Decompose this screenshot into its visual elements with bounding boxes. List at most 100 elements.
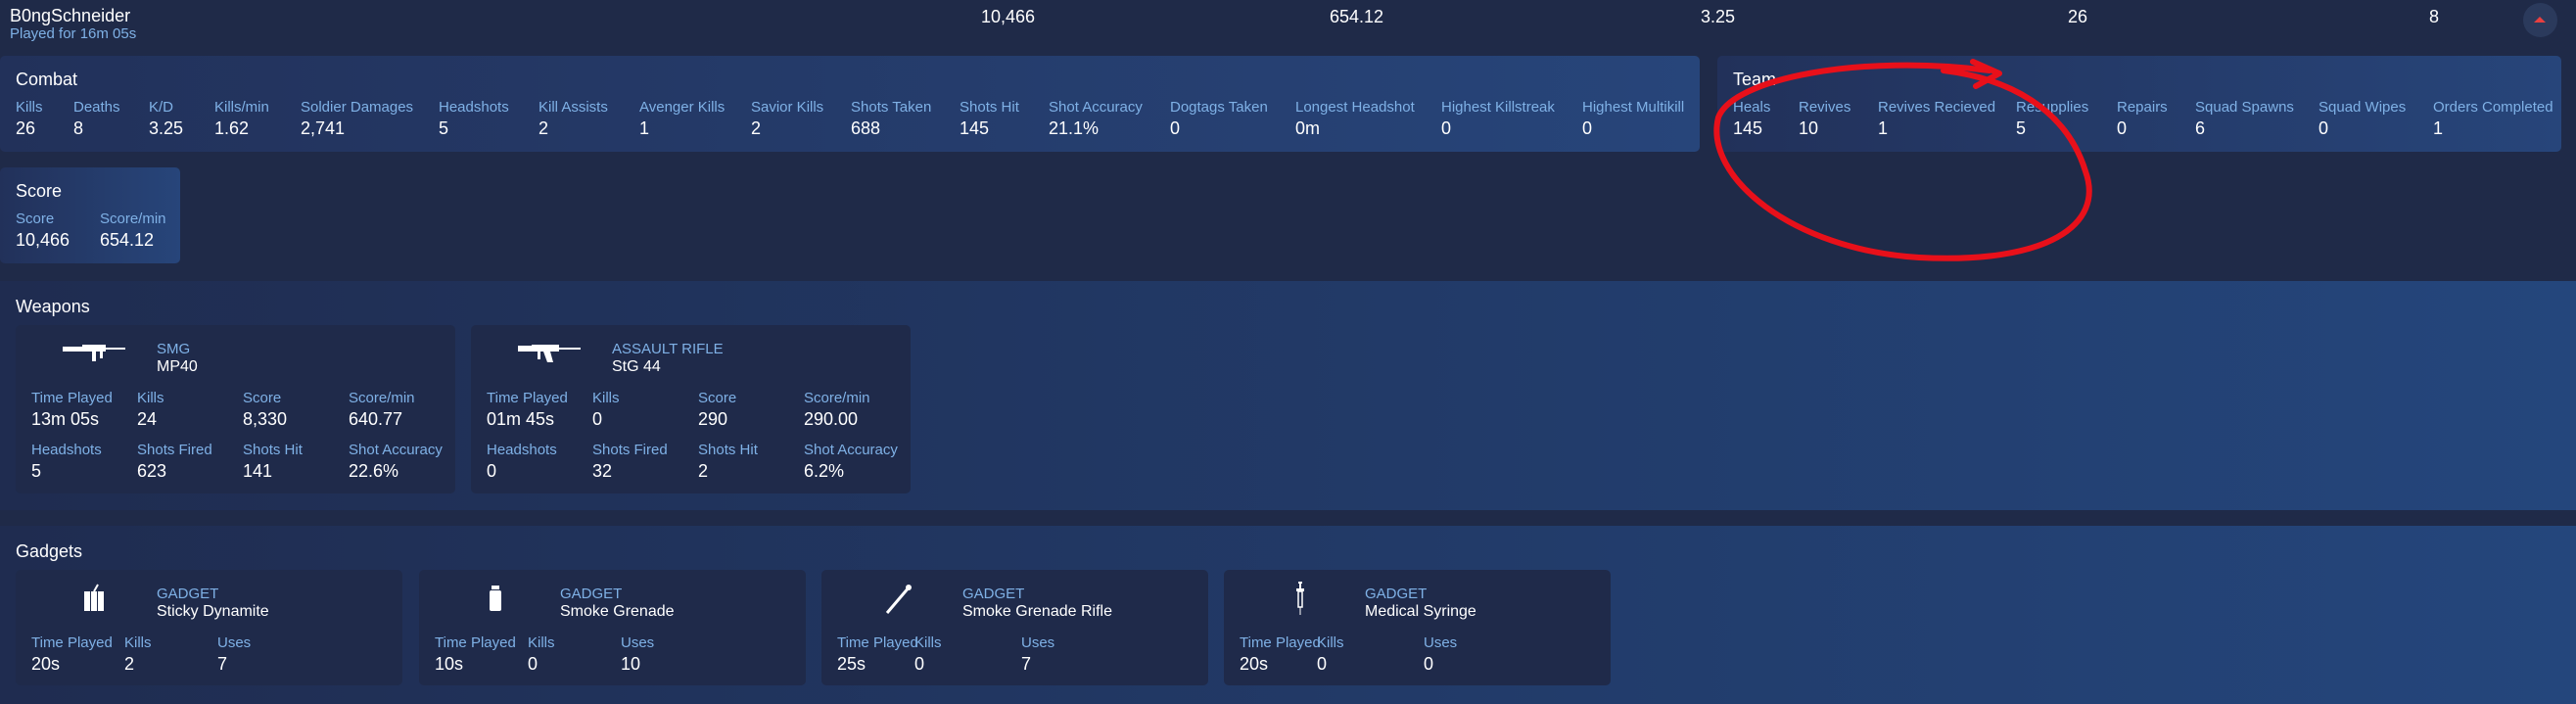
- stat-value: 0: [2117, 118, 2128, 138]
- stat-value: 5: [2016, 118, 2027, 138]
- stat-value: 145: [960, 118, 990, 138]
- stat-value: 13m 05s: [31, 409, 100, 429]
- gadget-name: Medical Syringe: [1365, 603, 1476, 620]
- stat-label: Headshots: [439, 99, 509, 116]
- combat-stat: Kills 26: [16, 99, 43, 139]
- stat-value: 21.1%: [1049, 118, 1100, 138]
- combat-stat: Deaths 8: [73, 99, 120, 139]
- stat-value: 0: [1441, 118, 1452, 138]
- weapon-stat: Kills 24: [137, 390, 164, 430]
- combat-panel: Combat Kills 26 Deaths 8 K/D 3.25 Kills/min…: [0, 56, 1700, 152]
- stat-value: 0: [1170, 118, 1181, 138]
- syringe-icon: [1296, 582, 1304, 615]
- score-stat: Score 10,466: [16, 211, 70, 251]
- weapon-category: ASSAULT RIFLE: [612, 341, 724, 357]
- gadget-card[interactable]: GADGET Medical Syringe Time Played 20s Ki…: [1224, 570, 1611, 685]
- stat-label: Uses: [217, 634, 252, 651]
- stat-label: Time Played: [31, 634, 113, 651]
- stat-label: K/D: [149, 99, 174, 116]
- stat-label: Soldier Damages: [301, 99, 414, 116]
- stat-label: Squad Wipes: [2318, 99, 2407, 116]
- stat-label: Uses: [621, 634, 655, 651]
- team-panel: Team Heals 145 Revives 10 Revives Recieved…: [1717, 56, 2561, 152]
- weapon-stat: Score 290: [698, 390, 736, 430]
- header-score-per-min: 654.12: [1330, 7, 1384, 26]
- weapon-stat: Kills 0: [592, 390, 620, 430]
- weapons-section: Weapons SMG MP40 Time Played 13m 05s Kill…: [0, 281, 2576, 510]
- stat-value: 10: [621, 654, 641, 674]
- stat-label: Highest Multikill: [1582, 99, 1685, 116]
- gadget-category: GADGET: [962, 586, 1025, 602]
- combat-stat: Shots Taken 688: [851, 99, 931, 139]
- weapon-stat: Score/min 640.77: [349, 390, 415, 430]
- stat-label: Score/min: [100, 211, 166, 227]
- score-panel: Score Score 10,466 Score/min 654.12: [0, 167, 180, 263]
- combat-stat: Headshots 5: [439, 99, 509, 139]
- stat-value: 22.6%: [349, 461, 399, 481]
- stat-label: Uses: [1424, 634, 1458, 651]
- team-title: Team: [1733, 70, 1777, 89]
- stat-value: 20s: [1240, 654, 1269, 674]
- gadget-name: Sticky Dynamite: [157, 603, 269, 620]
- gadget-card[interactable]: GADGET Smoke Grenade Time Played 10s Kill…: [419, 570, 806, 685]
- weapon-stat: Shot Accuracy 22.6%: [349, 442, 443, 482]
- combat-stat: K/D 3.25: [149, 99, 183, 139]
- combat-title: Combat: [16, 70, 78, 89]
- stat-value: 7: [217, 654, 228, 674]
- stat-value: 20s: [31, 654, 61, 674]
- stat-value: 2: [124, 654, 135, 674]
- stat-label: Time Played: [1240, 634, 1321, 651]
- gadget-stat: Kills 2: [124, 634, 152, 675]
- stat-label: Kills: [914, 634, 942, 651]
- stat-label: Shots Taken: [851, 99, 932, 116]
- gadget-stat: Time Played 25s: [837, 634, 918, 675]
- stat-value: 1: [2433, 118, 2444, 138]
- stat-label: Time Played: [487, 390, 568, 406]
- gadget-name: Smoke Grenade: [560, 603, 675, 620]
- gadget-category: GADGET: [1365, 586, 1428, 602]
- stat-value: 5: [31, 461, 42, 481]
- gadget-stat: Time Played 20s: [31, 634, 113, 675]
- weapons-title: Weapons: [16, 297, 90, 316]
- stat-value: 0: [914, 654, 925, 674]
- header-deaths: 8: [2429, 7, 2440, 26]
- dynamite-icon: [84, 584, 104, 611]
- gadget-stat: Kills 0: [528, 634, 555, 675]
- gadget-card[interactable]: GADGET Sticky Dynamite Time Played 20s Ki…: [16, 570, 402, 685]
- combat-stat: Shots Hit 145: [960, 99, 1019, 139]
- stat-value: 1: [639, 118, 650, 138]
- gadget-stat: Time Played 10s: [435, 634, 516, 675]
- gadget-stat: Time Played 20s: [1240, 634, 1321, 675]
- combat-stat: Highest Multikill 0: [1582, 99, 1684, 139]
- combat-stat: Kills/min 1.62: [214, 99, 269, 139]
- stat-value: 6.2%: [804, 461, 845, 481]
- stat-label: Time Played: [837, 634, 918, 651]
- combat-stat: Dogtags Taken 0: [1170, 99, 1268, 139]
- stat-label: Savior Kills: [751, 99, 824, 116]
- stat-value: 0m: [1295, 118, 1321, 138]
- stat-label: Kills: [528, 634, 555, 651]
- stat-label: Longest Headshot: [1295, 99, 1415, 116]
- stat-value: 10s: [435, 654, 464, 674]
- weapon-card[interactable]: SMG MP40 Time Played 13m 05s Kills 24 Scor…: [16, 325, 455, 493]
- weapon-name: MP40: [157, 358, 198, 375]
- gadget-stat: Uses 0: [1424, 634, 1457, 675]
- stat-value: 8: [73, 118, 84, 138]
- stat-value: 145: [1733, 118, 1763, 138]
- gadget-stat: Kills 0: [914, 634, 942, 675]
- weapon-stat: Time Played 13m 05s: [31, 390, 113, 430]
- stat-label: Heals: [1733, 99, 1771, 116]
- stat-value: 0: [528, 654, 539, 674]
- gadget-card[interactable]: GADGET Smoke Grenade Rifle Time Played 25…: [821, 570, 1208, 685]
- assault-rifle-icon: [518, 345, 581, 362]
- stat-value: 10: [1799, 118, 1819, 138]
- stat-label: Score/min: [349, 390, 415, 406]
- stat-label: Dogtags Taken: [1170, 99, 1268, 116]
- stat-label: Kill Assists: [539, 99, 608, 116]
- stat-label: Shots Fired: [592, 442, 668, 458]
- score-title: Score: [16, 181, 63, 201]
- stat-value: 290.00: [804, 409, 859, 429]
- weapon-card[interactable]: ASSAULT RIFLE StG 44 Time Played 01m 45s …: [471, 325, 911, 493]
- stat-value: 2: [698, 461, 709, 481]
- collapse-button[interactable]: [2523, 3, 2557, 37]
